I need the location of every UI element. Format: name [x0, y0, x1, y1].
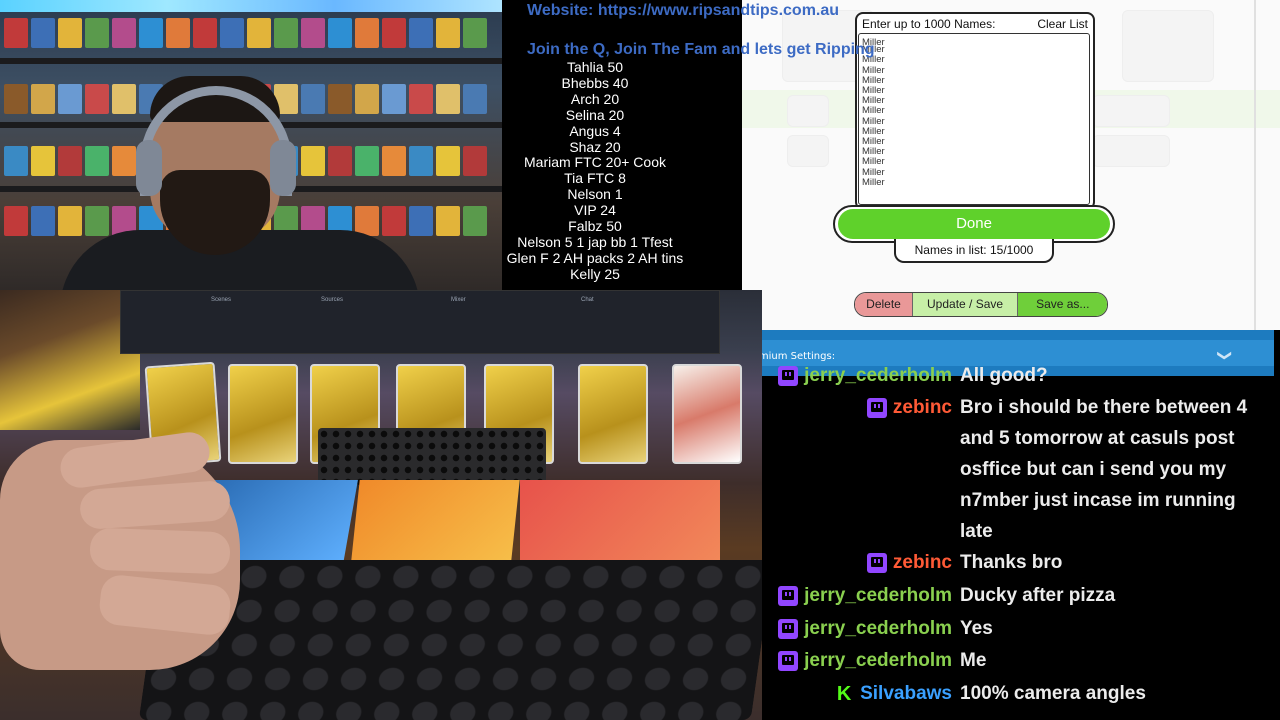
kick-icon: K	[836, 683, 852, 705]
chat-text: Yes	[960, 618, 993, 639]
queue-item: Bhebbs 40	[561, 74, 629, 91]
chat-message: zebinc Bro i should be there between 4 a…	[762, 392, 1274, 547]
queue-item: Shaz 20	[569, 138, 621, 155]
queue-item: Selina 20	[565, 106, 625, 123]
website-text: Website: https://www.ripsandtips.com.au	[527, 2, 840, 19]
twitch-icon	[778, 586, 799, 606]
list-actions-group: Delete Update / Save Save as...	[854, 292, 1109, 317]
playmat-zone	[520, 480, 720, 570]
headphone-right-cup	[270, 140, 296, 196]
queue-item: Nelson 1	[567, 186, 623, 203]
chat-message: K Silvabaws 100% camera angles	[762, 678, 1274, 709]
chat-username[interactable]: Silvabaws	[860, 678, 952, 709]
name-line: Miller	[862, 146, 885, 158]
chat-text: Ducky after pizza	[960, 585, 1116, 606]
product-boxes	[0, 290, 140, 430]
chat-message: jerry_cederholm Yes	[762, 613, 1274, 644]
dialog-title: Enter up to 1000 Names:	[862, 17, 996, 31]
chat-username[interactable]: jerry_cederholm	[804, 580, 952, 611]
background-card	[1092, 135, 1170, 167]
name-line: Miller	[862, 115, 885, 127]
name-line: Miller	[862, 125, 885, 137]
chat-username[interactable]: jerry_cederholm	[804, 360, 952, 391]
name-line: Miller	[862, 54, 885, 66]
save-as-button[interactable]: Save as...	[1018, 293, 1108, 316]
shelf-products-row-1	[0, 18, 502, 52]
name-line: Miller	[862, 176, 885, 188]
queue-item: Falbz 50	[568, 218, 622, 235]
name-line: Miller	[862, 95, 885, 107]
queue-item: Nelson 5 1 jap bb 1 Tfest	[517, 233, 673, 250]
queue-item: Glen F 2 AH packs 2 AH tins	[506, 249, 684, 266]
name-line: Miller	[862, 136, 885, 148]
twitch-icon	[778, 619, 799, 639]
twitch-icon	[866, 398, 887, 418]
playmat-zone	[350, 480, 520, 570]
name-line: Miller	[862, 64, 885, 76]
chat-text: Bro i should be there between 4 and 5 to…	[960, 397, 1248, 542]
names-count-label: Names in list: 15/1000	[894, 239, 1054, 263]
twitch-icon	[866, 553, 887, 573]
background-monitor: Scenes Sources Mixer Chat	[120, 290, 720, 354]
chat-text: Me	[960, 650, 987, 671]
background-card	[1092, 95, 1170, 127]
chat-text: Thanks bro	[960, 552, 1063, 573]
queue-item: Kelly 25	[570, 265, 620, 282]
twitch-icon	[778, 651, 799, 671]
trading-card	[228, 364, 298, 464]
chat-text: All good?	[960, 365, 1048, 386]
headphone-left-cup	[136, 140, 162, 196]
queue-item: Arch 20	[570, 90, 620, 107]
chat-message: jerry_cederholm Me	[762, 645, 1274, 676]
background-card	[787, 135, 829, 167]
join-queue-text: Join the Q, Join The Fam and lets get Ri…	[527, 41, 875, 58]
name-line: Miller	[862, 156, 885, 168]
background-card	[787, 95, 829, 127]
finger	[89, 527, 231, 575]
name-line: Miller	[862, 166, 885, 178]
queue-item: VIP 24	[574, 202, 616, 219]
panel-divider	[1254, 0, 1256, 330]
queue-item: Tia FTC 8	[564, 170, 626, 187]
twitch-icon	[778, 366, 799, 386]
name-line: Miller	[862, 105, 885, 117]
chat-message: jerry_cederholm All good?	[762, 360, 1274, 391]
chat-message: jerry_cederholm Ducky after pizza	[762, 580, 1274, 611]
chat-username[interactable]: jerry_cederholm	[804, 645, 952, 676]
chat-username[interactable]: zebinc	[893, 547, 952, 578]
chat-username[interactable]: jerry_cederholm	[804, 613, 952, 644]
delete-button[interactable]: Delete	[855, 293, 913, 316]
name-line: Miller	[862, 74, 885, 86]
chat-username[interactable]: zebinc	[893, 392, 952, 423]
queue-item: Mariam FTC 20+ Cook	[524, 154, 666, 171]
done-button[interactable]: Done	[838, 209, 1110, 239]
name-line: Miller	[862, 85, 885, 97]
update-save-button[interactable]: Update / Save	[913, 293, 1019, 316]
chat-text: 100% camera angles	[960, 683, 1146, 704]
queue-item: Angus 4	[569, 122, 621, 139]
chat-message: zebinc Thanks bro	[762, 547, 1274, 578]
queue-list: Tahlia 50 Bhebbs 40 Arch 20 Selina 20 An…	[502, 59, 688, 283]
trading-card	[578, 364, 648, 464]
webcam-feed	[0, 0, 502, 290]
clear-list-button[interactable]: Clear List	[1037, 17, 1088, 31]
queue-item: Tahlia 50	[566, 59, 624, 75]
names-textarea[interactable]: Miller Miller Miller Miller Miller Mille…	[858, 33, 1090, 205]
background-card	[1122, 10, 1214, 82]
led-strip	[0, 0, 502, 12]
name-line: Miller	[862, 44, 885, 56]
trading-card	[672, 364, 742, 464]
